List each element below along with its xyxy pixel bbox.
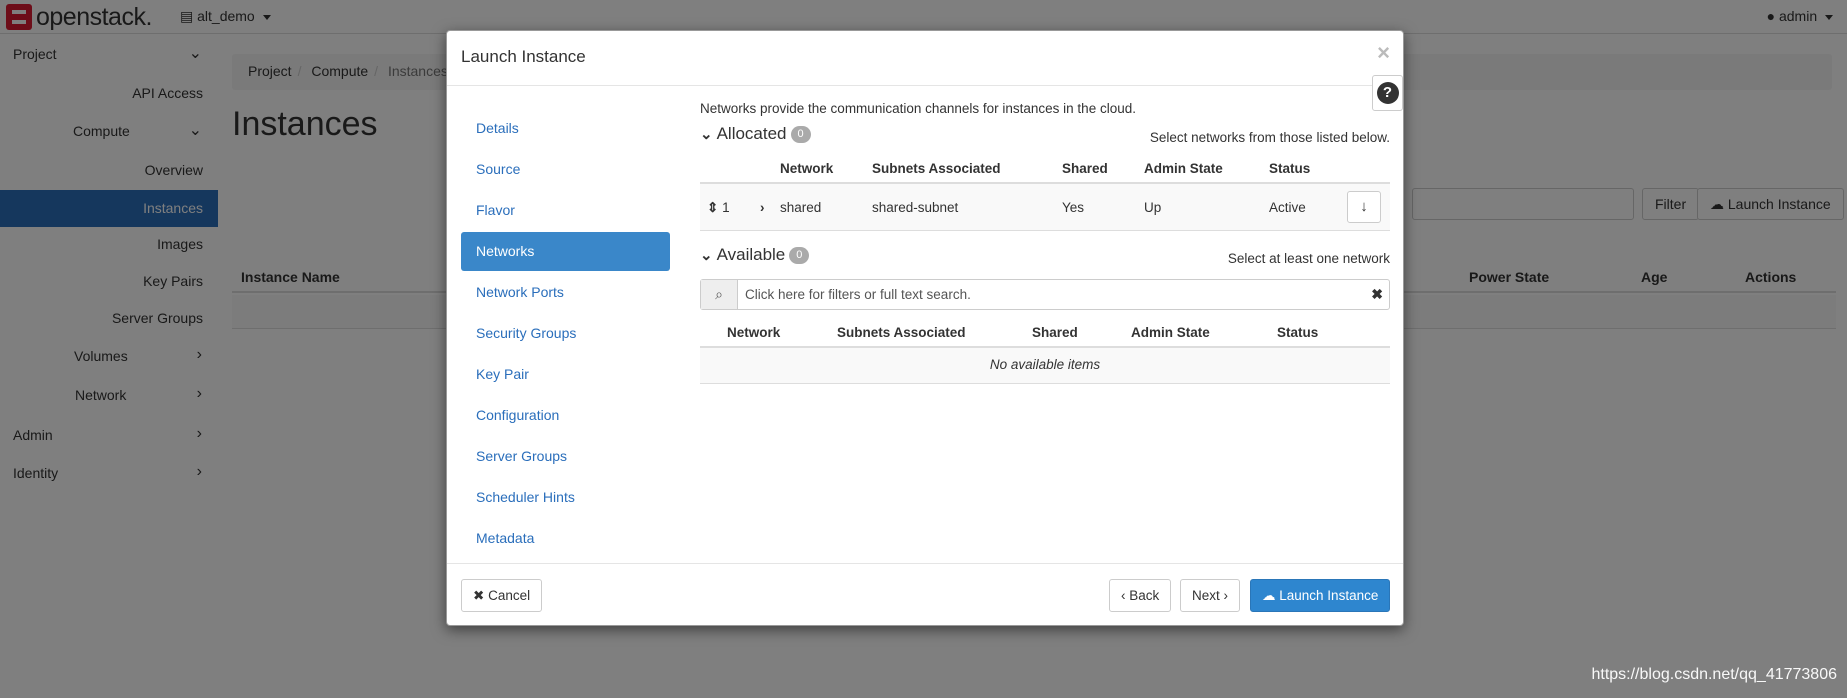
wizard-step-configuration[interactable]: Configuration — [461, 396, 670, 435]
allocated-table-header: Network Subnets Associated Shared Admin … — [700, 152, 1390, 184]
chevron-left-icon: ‹ — [1121, 588, 1126, 603]
chevron-down-icon: ⌄ — [700, 126, 713, 143]
wizard-step-metadata[interactable]: Metadata — [461, 519, 670, 558]
wizard-step-source[interactable]: Source — [461, 150, 670, 189]
arrow-down-icon: ↓ — [1360, 198, 1368, 215]
launch-instance-modal: Launch Instance × ? Details Source Flavo… — [446, 30, 1404, 626]
cancel-label: Cancel — [488, 588, 531, 603]
wizard-steps-nav: Details Source Flavor Networks Network P… — [461, 109, 670, 560]
wizard-step-flavor[interactable]: Flavor — [461, 191, 670, 230]
table-row: ⇕ 1 › shared shared-subnet Yes Up Active… — [700, 184, 1390, 231]
wizard-step-server-groups[interactable]: Server Groups — [461, 437, 670, 476]
next-button[interactable]: Next › — [1180, 579, 1241, 612]
available-count-badge: 0 — [789, 247, 810, 264]
cell-admin-state: Up — [1144, 200, 1162, 215]
column-network[interactable]: Network — [727, 325, 780, 340]
wizard-step-details[interactable]: Details — [461, 109, 670, 148]
wizard-step-network-ports[interactable]: Network Ports — [461, 273, 670, 312]
column-status[interactable]: Status — [1269, 161, 1310, 176]
modal-footer: ✖ Cancel ‹ Back Next › ☁ Launch Instance — [447, 563, 1403, 626]
available-search-bar: ⌕ ✖ — [700, 279, 1390, 310]
watermark-text: https://blog.csdn.net/qq_41773806 — [1591, 666, 1837, 683]
row-order: 1 — [722, 200, 730, 215]
allocated-table: Network Subnets Associated Shared Admin … — [700, 152, 1390, 231]
chevron-right-icon: › — [1223, 588, 1229, 603]
cloud-upload-icon: ☁ — [1262, 588, 1276, 603]
networks-pane: Networks provide the communication chann… — [700, 101, 1390, 384]
modal-header: Launch Instance × — [447, 31, 1403, 86]
next-label: Next — [1192, 588, 1220, 603]
allocated-count-badge: 0 — [790, 126, 811, 143]
allocated-section-header: ⌄ Allocated 0 Select networks from those l… — [700, 124, 1390, 152]
available-table-header: Network Subnets Associated Shared Admin … — [700, 316, 1390, 348]
column-network[interactable]: Network — [780, 161, 833, 176]
wizard-step-networks[interactable]: Networks — [461, 232, 670, 271]
column-shared[interactable]: Shared — [1062, 161, 1108, 176]
column-subnets-associated[interactable]: Subnets Associated — [872, 161, 1001, 176]
cancel-button[interactable]: ✖ Cancel — [461, 579, 543, 612]
column-admin-state[interactable]: Admin State — [1144, 161, 1223, 176]
column-admin-state[interactable]: Admin State — [1131, 325, 1210, 340]
wizard-step-security-groups[interactable]: Security Groups — [461, 314, 670, 353]
sort-icon: ⇕ — [707, 200, 719, 215]
clear-icon[interactable]: ✖ — [1371, 286, 1383, 303]
modal-title: Launch Instance — [461, 47, 586, 66]
cell-subnets: shared-subnet — [872, 200, 959, 215]
cell-shared: Yes — [1062, 200, 1085, 215]
search-icon: ⌕ — [701, 280, 738, 309]
allocated-toggle[interactable]: ⌄ Allocated 0 — [700, 124, 811, 144]
chevron-right-icon[interactable]: › — [760, 200, 765, 215]
chevron-down-icon: ⌄ — [700, 247, 713, 264]
cell-status: Active — [1269, 200, 1306, 215]
allocated-title: Allocated — [716, 124, 787, 143]
launch-label: Launch Instance — [1279, 588, 1379, 603]
close-icon: ✖ — [473, 588, 485, 603]
column-shared[interactable]: Shared — [1032, 325, 1078, 340]
allocated-hint: Select networks from those listed below. — [1149, 130, 1390, 145]
available-title: Available — [716, 245, 786, 264]
back-button[interactable]: ‹ Back — [1109, 579, 1172, 612]
empty-state-row: No available items — [700, 348, 1390, 384]
column-subnets-associated[interactable]: Subnets Associated — [837, 325, 966, 340]
deallocate-button[interactable]: ↓ — [1347, 191, 1381, 223]
reorder-handle[interactable]: ⇕ 1 — [707, 200, 730, 216]
available-section-header: ⌄ Available 0 Select at least one network — [700, 245, 1390, 273]
launch-instance-submit-button[interactable]: ☁ Launch Instance — [1250, 579, 1391, 612]
search-input[interactable] — [739, 280, 1349, 309]
available-table: Network Subnets Associated Shared Admin … — [700, 316, 1390, 384]
available-hint: Select at least one network — [1227, 251, 1390, 266]
available-toggle[interactable]: ⌄ Available 0 — [700, 245, 810, 265]
column-status[interactable]: Status — [1277, 325, 1318, 340]
wizard-step-scheduler-hints[interactable]: Scheduler Hints — [461, 478, 670, 517]
networks-description: Networks provide the communication chann… — [700, 101, 1136, 116]
close-icon[interactable]: × — [1377, 40, 1390, 66]
cell-network: shared — [780, 200, 822, 215]
wizard-step-key-pair[interactable]: Key Pair — [461, 355, 670, 394]
back-label: Back — [1129, 588, 1160, 603]
